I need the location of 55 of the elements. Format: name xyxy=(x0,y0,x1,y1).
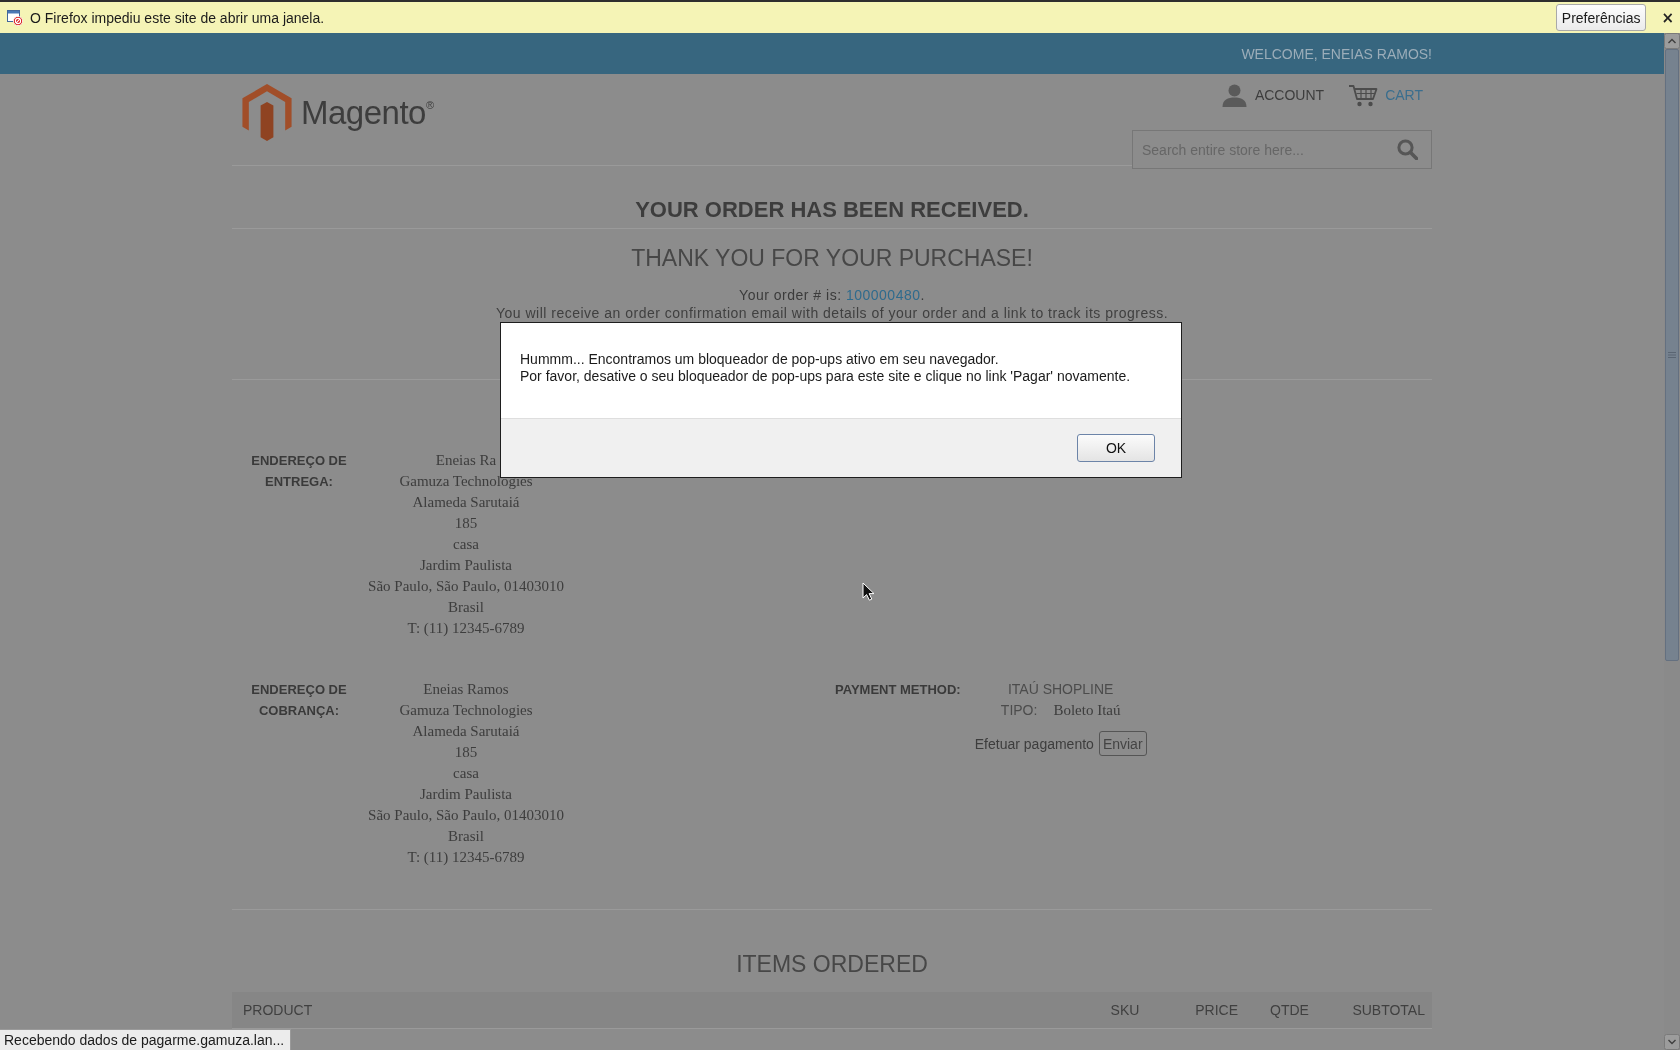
page-title: YOUR ORDER HAS BEEN RECEIVED. xyxy=(635,196,1029,224)
column-header: SKU xyxy=(1110,1002,1140,1018)
column-header: SUBTOTAL xyxy=(1352,1002,1425,1018)
dialog-message: Hummm... Encontramos um bloqueador de pop-ups ativo em seu navegador. xyxy=(520,351,999,368)
payment-action-label: Efetuar pagamento xyxy=(974,735,1094,752)
order-number-link[interactable]: 100000480 xyxy=(845,287,921,303)
dialog-message: Por favor, desative o seu bloqueador de pop-ups para este site e clique no link 'Pagar' novamente. xyxy=(520,368,1131,385)
address-line: 185 xyxy=(454,743,478,762)
address-line: Brasil xyxy=(448,827,484,846)
blocked-window-icon xyxy=(7,9,23,26)
status-bar: Recebendo dados de pagarme.gamuza.lan... xyxy=(0,1029,292,1050)
address-line: Jardim Paulista xyxy=(419,556,513,575)
hexagon-logo-icon[interactable] xyxy=(242,84,292,141)
column-header: PRICE xyxy=(1195,1002,1238,1018)
address-line: Alameda Sarutaiá xyxy=(412,493,520,512)
address-line: São Paulo, São Paulo, 01403010 xyxy=(368,806,564,825)
preferences-button[interactable]: Preferências xyxy=(1555,4,1647,31)
column-header: QTDE xyxy=(1270,1002,1309,1018)
address-line: Eneias Ramos xyxy=(423,680,509,699)
items-heading: ITEMS ORDERED xyxy=(736,950,928,978)
address-label: ENDEREÇO DE ENTREGA: xyxy=(250,452,348,491)
address-line: São Paulo, São Paulo, 01403010 xyxy=(368,577,564,596)
address-line: casa xyxy=(453,764,479,783)
logo-text[interactable]: Magento$^{®}$ xyxy=(301,92,434,133)
address-line: Alameda Sarutaiá xyxy=(412,722,520,741)
person-icon xyxy=(1221,83,1247,107)
address-label: ENDEREÇO DE COBRANÇA: xyxy=(250,681,348,720)
ok-button[interactable]: OK xyxy=(1077,434,1155,462)
mouse-pointer-icon xyxy=(862,582,875,601)
address-line: Brasil xyxy=(448,598,484,617)
confirmation-note: You will receive an order confirmation email with details of your order and a link to track its progress. xyxy=(495,304,1169,322)
account-link[interactable]: ACCOUNT xyxy=(1221,83,1325,107)
address-line: T: (11) 12345-6789 xyxy=(407,619,525,638)
notification-message: O Firefox impediu este site de abrir uma janela. xyxy=(30,9,325,26)
scrollbar-thumb[interactable] xyxy=(1665,49,1679,661)
thank-you-heading: THANK YOU FOR YOUR PURCHASE! xyxy=(631,244,1033,272)
payment-method-label: PAYMENT METHOD: xyxy=(835,681,961,699)
type-label: TIPO: xyxy=(1000,701,1038,720)
cart-icon xyxy=(1348,83,1379,107)
grip-icon xyxy=(1668,352,1676,358)
address-line: casa xyxy=(453,535,479,554)
send-button[interactable]: Enviar xyxy=(1098,731,1147,756)
close-button[interactable]: × xyxy=(1661,8,1674,27)
address-line: Gamuza Technologies xyxy=(399,701,533,720)
welcome-text: WELCOME, ENEIAS RAMOS! xyxy=(1241,45,1432,62)
search-icon[interactable] xyxy=(1397,139,1418,160)
type-value: Boleto Itaú xyxy=(1053,701,1121,720)
address-line: 185 xyxy=(454,514,478,533)
column-header: PRODUCT xyxy=(243,1002,313,1018)
address-line: Eneias Ra xyxy=(435,451,497,470)
payment-method-value: ITAÚ SHOPLINE xyxy=(1007,680,1114,699)
address-line: T: (11) 12345-6789 xyxy=(407,848,525,867)
address-line: Gamuza Technologies xyxy=(399,472,533,491)
address-line: Jardim Paulista xyxy=(419,785,513,804)
order-number-text: Your order # is: 100000480. xyxy=(739,286,925,304)
